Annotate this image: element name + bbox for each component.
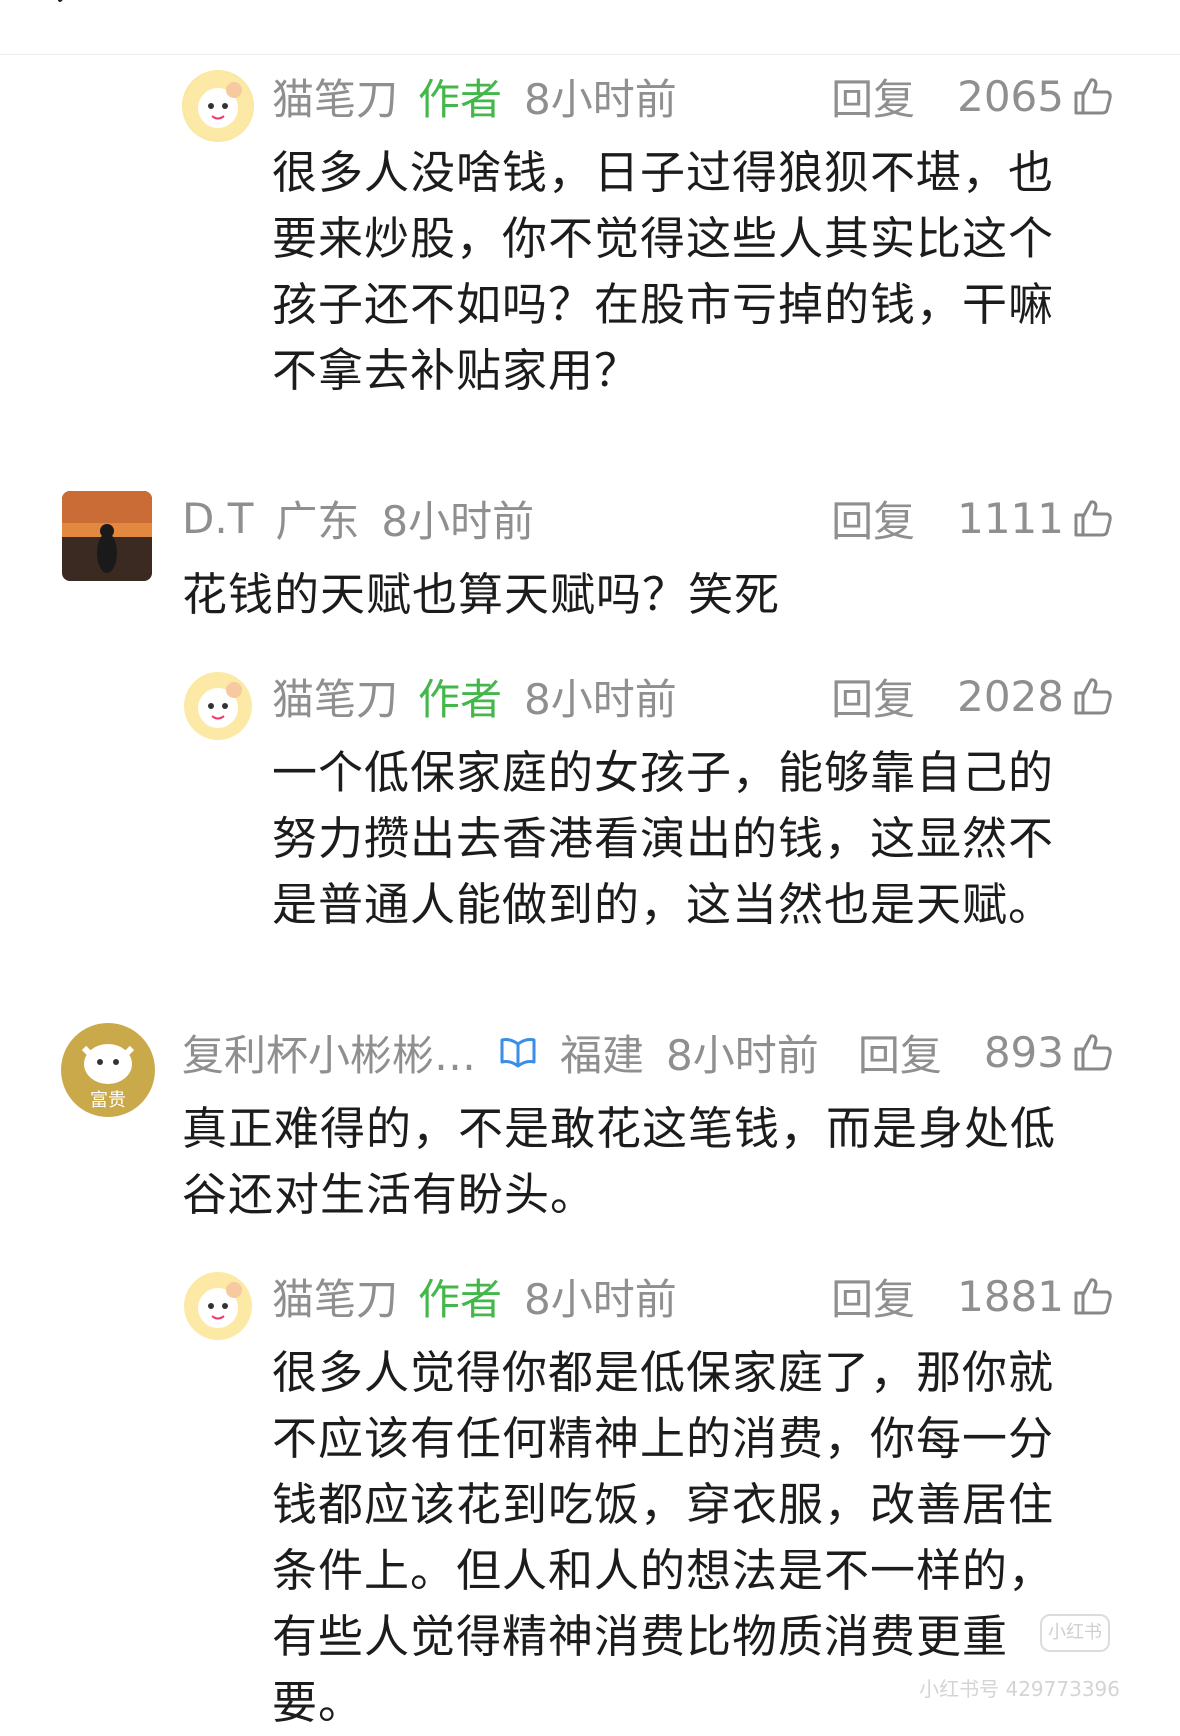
author-badge: 作者 [418,74,503,124]
username[interactable]: 复利杯小彬彬… [182,1022,476,1083]
like-count: 1111 [957,493,1064,543]
username[interactable]: 猫笔刀 [272,66,398,127]
username[interactable]: 猫笔刀 [272,1266,398,1327]
comment-text: 很多人没啥钱，日子过得狼狈不堪，也要来炒股，你不觉得这些人其实比这个孩子还不如吗… [272,146,1055,397]
reply-button[interactable]: 回复 [831,1266,915,1327]
thumbs-up-icon[interactable] [1072,675,1114,717]
comment-actions: 回复 2065 [831,66,1114,126]
timestamp: 8小时前 [524,674,677,724]
reply-button[interactable]: 回复 [831,488,915,549]
sunset-photo-avatar [62,491,152,581]
reply-button[interactable]: 回复 [831,66,915,127]
reply-button[interactable]: 回复 [858,1022,942,1083]
cartoon-avatar-icon [184,1272,252,1340]
thumbs-up-icon[interactable] [1072,1031,1114,1073]
thumbs-up-icon[interactable] [1072,1275,1114,1317]
like-count: 893 [983,1027,1064,1077]
comment-meta: 猫笔刀 作者 8小时前 [272,666,677,726]
location: 福建 [560,1030,645,1080]
comment-actions: 回复 1111 [831,488,1114,548]
comment-text: 真正难得的，不是敢花这笔钱，而是身处低谷还对生活有盼头。 [182,1102,1057,1221]
timestamp: 8小时前 [666,1030,819,1080]
username[interactable]: 猫笔刀 [272,666,398,727]
timestamp: 8小时前 [524,1274,677,1324]
author-badge: 作者 [418,1274,503,1324]
comment-meta: 猫笔刀 作者 8小时前 [272,1266,677,1326]
book-icon [500,1038,536,1068]
comment-actions: 回复 1881 [831,1266,1114,1326]
chevron-left-icon[interactable] [52,0,80,14]
avatar[interactable] [182,1270,254,1342]
comment-meta: 猫笔刀 作者 8小时前 [272,66,677,126]
avatar[interactable]: 富贵 [60,1022,156,1118]
top-bar [0,0,1180,55]
watermark-text: 小红书号 429773396 [919,1677,1120,1701]
avatar-text: 富贵 [90,1090,126,1111]
cartoon-avatar-icon [184,72,252,140]
comment-actions: 回复 893 [858,1022,1114,1082]
avatar[interactable] [182,70,254,142]
cartoon-avatar-icon [184,672,252,740]
timestamp: 8小时前 [524,74,677,124]
comment-text: 一个低保家庭的女孩子，能够靠自己的努力攒出去香港看演出的钱，这显然不是普通人能做… [272,746,1055,931]
reply-button[interactable]: 回复 [831,666,915,727]
watermark-logo: 小红书 [1040,1614,1110,1652]
avatar[interactable] [182,670,254,742]
timestamp: 8小时前 [381,496,535,546]
like-count: 2065 [957,71,1064,121]
cat-cartoon-avatar: 富贵 [61,1023,155,1117]
location: 广东 [275,496,360,546]
like-count: 2028 [957,671,1064,721]
comment-meta: D.T 广东 8小时前 [182,488,534,548]
comment-text: 花钱的天赋也算天赋吗？笑死 [182,568,781,621]
comment-meta: 复利杯小彬彬… 福建 8小时前 [182,1022,819,1082]
like-count: 1881 [957,1271,1064,1321]
comment-actions: 回复 2028 [831,666,1114,726]
author-badge: 作者 [418,674,503,724]
username[interactable]: D.T [182,494,253,543]
thumbs-up-icon[interactable] [1072,497,1114,539]
thumbs-up-icon[interactable] [1072,75,1114,117]
avatar[interactable] [62,491,152,581]
